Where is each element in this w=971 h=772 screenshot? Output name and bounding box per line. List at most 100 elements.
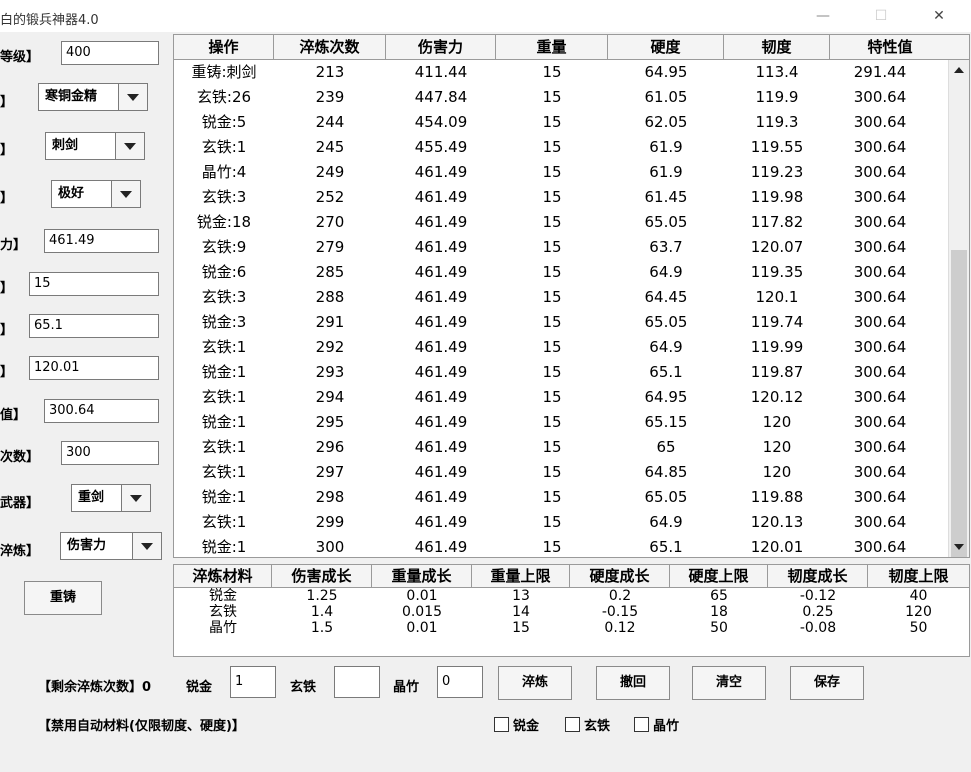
column-header[interactable]: 韧度成长: [768, 565, 868, 587]
weapon-type-select[interactable]: 刺剑: [45, 132, 145, 160]
forge-level-input[interactable]: 400: [61, 41, 159, 65]
table-cell: 120: [905, 604, 932, 620]
table-cell: 120.01: [750, 538, 804, 556]
minimize-button[interactable]: —: [803, 4, 843, 28]
column-header[interactable]: 重量成长: [372, 565, 472, 587]
toughness-field[interactable]: 120.01: [29, 356, 159, 380]
chevron-down-icon[interactable]: [121, 485, 150, 511]
weight-field[interactable]: 15: [29, 272, 159, 296]
ruijin-input[interactable]: 1: [230, 666, 276, 698]
column-header[interactable]: 淬炼材料: [174, 565, 272, 587]
table-cell: 15: [542, 438, 562, 456]
table-cell: 120: [762, 463, 792, 481]
disable-ruijin-checkbox[interactable]: 锐金: [494, 715, 539, 734]
undo-button[interactable]: 撤回: [596, 666, 670, 700]
quality-select[interactable]: 极好: [51, 180, 141, 208]
disable-xuantie-checkbox[interactable]: 玄铁: [565, 715, 610, 734]
table-row[interactable]: 锐金:1 295 461.49 15 65.15 120 300.64: [174, 410, 949, 435]
column-header[interactable]: 淬炼次数: [274, 35, 386, 59]
chevron-down-icon[interactable]: [132, 533, 161, 559]
table-row[interactable]: 锐金:3 291 461.49 15 65.05 119.74 300.64: [174, 310, 949, 335]
table-cell: 461.49: [414, 463, 468, 481]
table-cell: 15: [542, 488, 562, 506]
target-weapon-select[interactable]: 重剑: [71, 484, 151, 512]
table-cell: 1.4: [310, 604, 334, 620]
column-header[interactable]: 重量: [496, 35, 608, 59]
material-row[interactable]: 晶竹 1.5 0.01 15 0.12 50 -0.08 50: [174, 620, 969, 636]
table-row[interactable]: 晶竹:4 249 461.49 15 61.9 119.23 300.64: [174, 160, 949, 185]
recast-button[interactable]: 重铸: [24, 581, 102, 615]
column-header[interactable]: 硬度成长: [570, 565, 670, 587]
table-cell: 64.85: [644, 463, 688, 481]
table-row[interactable]: 锐金:1 298 461.49 15 65.05 119.88 300.64: [174, 485, 949, 510]
clear-button[interactable]: 清空: [692, 666, 766, 700]
table-row[interactable]: 玄铁:1 245 455.49 15 61.9 119.55 300.64: [174, 135, 949, 160]
table-row[interactable]: 锐金:18 270 461.49 15 65.05 117.82 300.64: [174, 210, 949, 235]
table-cell: 300.64: [853, 538, 907, 556]
table-cell: 14: [512, 604, 530, 620]
table-row[interactable]: 玄铁:1 292 461.49 15 64.9 119.99 300.64: [174, 335, 949, 360]
table-cell: 15: [542, 513, 562, 531]
table-cell: 300.64: [853, 388, 907, 406]
temper-results-table: 操作 淬炼次数 伤害力 重量 硬度 韧度 特性值 重铸:刺剑 213 411.44 1…: [173, 34, 970, 558]
table-row[interactable]: 玄铁:26 239 447.84 15 61.05 119.9 300.64: [174, 85, 949, 110]
hardness-field[interactable]: 65.1: [29, 314, 159, 338]
checkbox-box[interactable]: [565, 717, 580, 732]
column-header[interactable]: 特性值: [830, 35, 950, 59]
temper-priority-select[interactable]: 伤害力: [60, 532, 162, 560]
column-header[interactable]: 伤害成长: [272, 565, 372, 587]
table-cell: 锐金:1: [201, 413, 247, 431]
temper-count-input[interactable]: 300: [61, 441, 159, 465]
column-header[interactable]: 硬度: [608, 35, 724, 59]
column-header[interactable]: 韧度: [724, 35, 830, 59]
table-cell: 119.98: [750, 188, 804, 206]
table-row[interactable]: 玄铁:9 279 461.49 15 63.7 120.07 300.64: [174, 235, 949, 260]
table-row[interactable]: 玄铁:1 299 461.49 15 64.9 120.13 300.64: [174, 510, 949, 535]
table-cell: 120.07: [750, 238, 804, 256]
maximize-button[interactable]: ☐: [861, 4, 901, 28]
jingzhu-input[interactable]: 0: [437, 666, 483, 698]
column-header[interactable]: 韧度上限: [868, 565, 969, 587]
temper-button[interactable]: 淬炼: [498, 666, 572, 700]
checkbox-box[interactable]: [494, 717, 509, 732]
checkbox-box[interactable]: [634, 717, 649, 732]
table-row[interactable]: 锐金:1 293 461.49 15 65.1 119.87 300.64: [174, 360, 949, 385]
scrollbar-thumb[interactable]: [951, 250, 967, 557]
scroll-down-icon[interactable]: [949, 537, 969, 557]
disable-jingzhu-checkbox[interactable]: 晶竹: [634, 715, 679, 734]
column-header[interactable]: 伤害力: [386, 35, 496, 59]
table-row[interactable]: 锐金:5 244 454.09 15 62.05 119.3 300.64: [174, 110, 949, 135]
table-cell: 291: [315, 313, 345, 331]
chevron-down-icon[interactable]: [111, 181, 140, 207]
table-row[interactable]: 玄铁:3 252 461.49 15 61.45 119.98 300.64: [174, 185, 949, 210]
table-cell: 锐金:5: [201, 113, 247, 131]
column-header[interactable]: 硬度上限: [670, 565, 768, 587]
scroll-up-icon[interactable]: [949, 60, 969, 80]
table-row[interactable]: 锐金:6 285 461.49 15 64.9 119.35 300.64: [174, 260, 949, 285]
save-button[interactable]: 保存: [790, 666, 864, 700]
xuantie-input[interactable]: [334, 666, 380, 698]
table-cell: 0.12: [604, 620, 636, 636]
table-cell: 15: [542, 388, 562, 406]
table-cell: 461.49: [414, 163, 468, 181]
table-cell: 300.64: [853, 88, 907, 106]
damage-field[interactable]: 461.49: [44, 229, 159, 253]
table-row[interactable]: 玄铁:1 296 461.49 15 65 120 300.64: [174, 435, 949, 460]
material-row[interactable]: 玄铁 1.4 0.015 14 -0.15 18 0.25 120: [174, 604, 969, 620]
table-row[interactable]: 锐金:1 300 461.49 15 65.1 120.01 300.64: [174, 535, 949, 557]
chevron-down-icon[interactable]: [115, 133, 144, 159]
column-header[interactable]: 重量上限: [472, 565, 570, 587]
table-row[interactable]: 玄铁:3 288 461.49 15 64.45 120.1 300.64: [174, 285, 949, 310]
column-header[interactable]: 操作: [174, 35, 274, 59]
close-button[interactable]: ✕: [919, 4, 959, 28]
vertical-scrollbar[interactable]: [948, 60, 969, 557]
trait-value-field[interactable]: 300.64: [44, 399, 159, 423]
material-select[interactable]: 寒铜金精: [38, 83, 148, 111]
material-row[interactable]: 锐金 1.25 0.01 13 0.2 65 -0.12 40: [174, 588, 969, 604]
chevron-down-icon[interactable]: [118, 84, 147, 110]
table-row[interactable]: 重铸:刺剑 213 411.44 15 64.95 113.4 291.44: [174, 60, 949, 85]
table-row[interactable]: 玄铁:1 297 461.49 15 64.85 120 300.64: [174, 460, 949, 485]
table-row[interactable]: 玄铁:1 294 461.49 15 64.95 120.12 300.64: [174, 385, 949, 410]
table-cell: 15: [542, 413, 562, 431]
table-cell: 454.09: [414, 113, 468, 131]
